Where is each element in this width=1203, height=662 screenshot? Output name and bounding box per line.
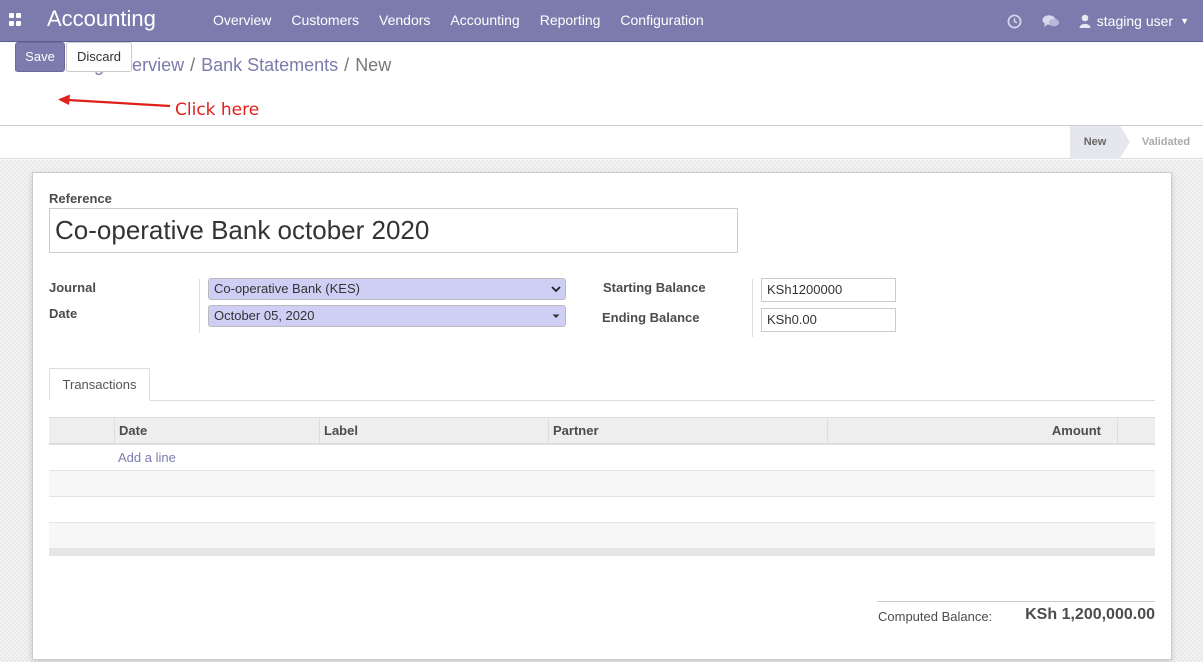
computed-balance: Computed Balance: KSh 1,200,000.00 [877, 601, 1155, 631]
stage-validated[interactable]: Validated [1136, 126, 1196, 159]
starting-balance-label: Starting Balance [603, 280, 706, 295]
caret-down-icon [551, 306, 561, 334]
chat-icon[interactable] [1042, 13, 1060, 29]
transactions-table: Date Label Partner Amount Add a line [49, 417, 1155, 556]
caret-down-icon: ▼ [1180, 16, 1189, 26]
menu-item-customers[interactable]: Customers [281, 0, 369, 42]
add-line-link[interactable]: Add a line [118, 445, 176, 471]
table-row [49, 471, 1155, 497]
ending-balance-input[interactable]: KSh0.00 [761, 308, 896, 332]
table-header: Date Label Partner Amount [49, 417, 1155, 445]
menu-item-overview[interactable]: Overview [203, 0, 281, 42]
table-row: Add a line [49, 445, 1155, 471]
app-title[interactable]: Accounting [47, 6, 156, 32]
systray: staging user ▼ [1007, 0, 1203, 42]
ending-balance-label: Ending Balance [602, 310, 700, 325]
date-label: Date [49, 306, 78, 321]
breadcrumb-bank-statements[interactable]: Bank Statements [201, 55, 338, 75]
reference-input[interactable]: Co-operative Bank october 2020 [49, 208, 738, 253]
discard-button[interactable]: Discard [66, 42, 132, 72]
computed-balance-label: Computed Balance: [878, 609, 993, 624]
clock-icon[interactable] [1007, 13, 1023, 29]
breadcrumb-separator: / [344, 55, 350, 75]
user-name: staging user [1096, 13, 1174, 29]
chevron-down-icon [551, 279, 561, 307]
menu-item-reporting[interactable]: Reporting [530, 0, 611, 42]
form-sheet: Reference Co-operative Bank october 2020… [32, 172, 1172, 660]
main-menu: Overview Customers Vendors Accounting Re… [203, 0, 714, 42]
column-header-partner[interactable]: Partner [548, 418, 827, 444]
table-footer [49, 549, 1155, 556]
date-value: October 05, 2020 [214, 308, 315, 323]
computed-balance-value: KSh 1,200,000.00 [1025, 606, 1155, 623]
column-header-actions [1117, 418, 1155, 444]
breadcrumb-separator: / [190, 55, 196, 75]
table-row [49, 497, 1155, 523]
field-divider [752, 279, 753, 337]
user-icon [1079, 14, 1091, 28]
menu-item-accounting[interactable]: Accounting [440, 0, 529, 42]
journal-label: Journal [49, 280, 96, 295]
status-bar: New Validated [0, 126, 1203, 159]
tab-divider [49, 400, 1155, 401]
reference-label: Reference [49, 191, 112, 206]
stage-new[interactable]: New [1070, 126, 1130, 159]
table-row [49, 523, 1155, 549]
column-header-amount[interactable]: Amount [827, 418, 1117, 444]
date-picker[interactable]: October 05, 2020 [208, 305, 566, 327]
top-navbar: Accounting Overview Customers Vendors Ac… [0, 0, 1203, 42]
menu-item-vendors[interactable]: Vendors [369, 0, 440, 42]
column-header-date[interactable]: Date [114, 418, 319, 444]
starting-balance-input[interactable]: KSh1200000 [761, 278, 896, 302]
save-button[interactable]: Save [15, 42, 65, 72]
user-menu[interactable]: staging user ▼ [1079, 13, 1189, 29]
tab-transactions[interactable]: Transactions [49, 368, 150, 401]
annotation-label: Click here [175, 100, 260, 120]
journal-select[interactable]: Co-operative Bank (KES) [208, 278, 566, 300]
field-divider [199, 279, 200, 333]
menu-item-configuration[interactable]: Configuration [610, 0, 713, 42]
column-header-label[interactable]: Label [319, 418, 548, 444]
journal-value: Co-operative Bank (KES) [214, 281, 360, 296]
apps-menu-icon[interactable] [9, 13, 22, 26]
breadcrumb-current: New [355, 55, 392, 75]
annotation-arrow-icon [58, 94, 171, 108]
